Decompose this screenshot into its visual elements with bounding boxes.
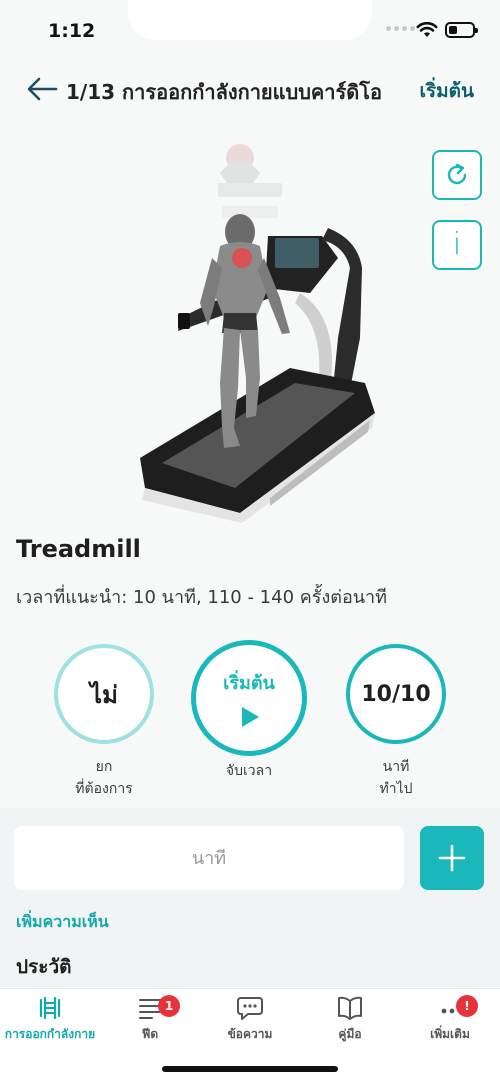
lifts-stat: ไม่ ยก ที่ต้องการ <box>54 640 154 800</box>
tab-guide-label: คู่มือ <box>338 1027 362 1041</box>
minutes-input[interactable] <box>14 826 404 890</box>
add-comment-link[interactable]: เพิ่มความเห็น <box>16 910 109 935</box>
start-button[interactable]: เริ่มต้น <box>419 76 474 106</box>
minutes-caption: นาที ทำไป <box>346 756 446 800</box>
minutes-circle[interactable]: 10/10 <box>346 644 446 744</box>
add-button[interactable] <box>420 826 484 890</box>
lifts-circle[interactable]: ไม่ <box>54 644 154 744</box>
tab-feed-label: ฟีด <box>141 1027 159 1041</box>
dumbbell-icon <box>39 996 61 1020</box>
lifts-caption-line1: ยก <box>95 759 113 775</box>
timer-caption: จับเวลา <box>225 763 273 779</box>
minutes-stat: 10/10 นาที ทำไป <box>346 640 446 800</box>
timer-start-label: เริ่มต้น <box>223 672 275 694</box>
book-icon <box>338 996 362 1020</box>
start-timer-button[interactable]: เริ่มต้น <box>191 640 307 756</box>
treadmill-illustration <box>140 144 375 523</box>
more-badge: ! <box>456 995 478 1017</box>
minutes-caption-line1: นาที <box>382 759 410 775</box>
back-arrow-icon[interactable] <box>24 74 60 104</box>
chat-icon <box>237 997 263 1020</box>
refresh-button[interactable] <box>432 150 482 200</box>
refresh-icon <box>447 163 467 185</box>
tab-guide[interactable]: คู่มือ <box>300 993 400 1044</box>
tab-workout[interactable]: การออกกำลังกาย <box>0 993 100 1044</box>
page-title: 1/13 การออกกำลังกายแบบคาร์ดิโอ <box>66 80 383 104</box>
battery-icon <box>445 22 478 38</box>
cellular-signal-icon <box>386 26 415 31</box>
tab-more[interactable]: ! เพิ่มเติม <box>400 993 500 1044</box>
tab-feed[interactable]: 1 ฟีด <box>100 993 200 1044</box>
tab-more-label: เพิ่มเติม <box>430 1027 470 1041</box>
play-icon <box>242 706 259 727</box>
timer-stat: เริ่มต้น จับเวลา <box>190 640 308 782</box>
minutes-value: 10/10 <box>361 681 431 707</box>
watermark-logo <box>218 144 282 218</box>
notch <box>128 0 372 40</box>
history-heading: ประวัติ <box>16 956 72 978</box>
lifts-caption: ยก ที่ต้องการ <box>54 756 154 800</box>
screen: 1:12 1/13 การออกกำลังกายแบบคาร์ดิโอ เริ่… <box>0 0 500 1083</box>
header: 1/13 การออกกำลังกายแบบคาร์ดิโอ เริ่มต้น <box>0 70 500 110</box>
lifts-value: ไม่ <box>90 680 118 709</box>
feed-badge: 1 <box>158 995 180 1017</box>
status-time: 1:12 <box>48 20 96 42</box>
minutes-caption-line2: ทำไป <box>379 781 413 797</box>
tab-messages[interactable]: ข้อความ <box>200 993 300 1044</box>
plus-icon <box>438 844 466 872</box>
tab-workout-label: การออกกำลังกาย <box>4 1027 96 1041</box>
status-bar: 1:12 <box>0 0 500 60</box>
recommendation-text: เวลาที่แนะนำ: 10 นาที, 110 - 140 ครั้งต่… <box>16 587 388 608</box>
lifts-caption-line2: ที่ต้องการ <box>75 781 133 797</box>
exercise-name: Treadmill <box>16 535 141 563</box>
wifi-icon <box>416 22 438 37</box>
tab-messages-label: ข้อความ <box>227 1027 273 1041</box>
info-button[interactable]: i <box>432 220 482 270</box>
info-icon: i <box>452 227 462 262</box>
home-indicator <box>162 1066 338 1072</box>
